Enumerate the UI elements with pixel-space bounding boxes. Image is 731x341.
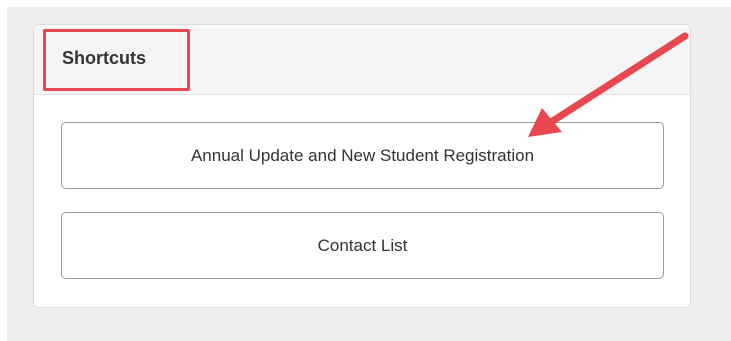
contact-list-button[interactable]: Contact List: [61, 212, 664, 279]
annual-update-registration-button[interactable]: Annual Update and New Student Registrati…: [61, 122, 664, 189]
shortcuts-panel-header: Shortcuts: [34, 25, 690, 95]
shortcuts-panel: Shortcuts Annual Update and New Student …: [33, 24, 691, 308]
shortcuts-title: Shortcuts: [62, 48, 147, 68]
